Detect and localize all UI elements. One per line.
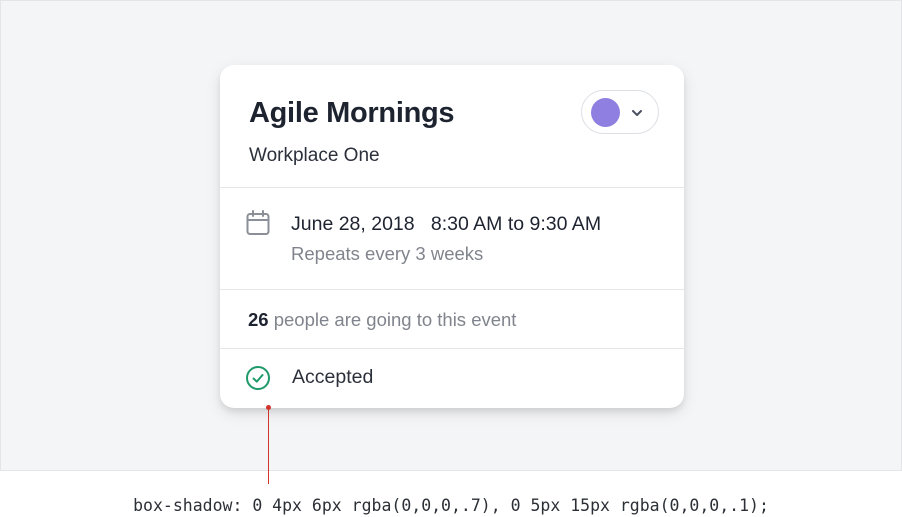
event-title: Agile Mornings: [249, 97, 455, 129]
event-time: 8:30 AM to 9:30 AM: [430, 213, 602, 235]
color-swatch: [591, 98, 620, 127]
annotation-pointer-line: [268, 408, 269, 484]
annotation-caption: box-shadow: 0 4px 6px rgba(0,0,0,.7), 0 …: [133, 496, 769, 515]
check-circle-icon: [246, 366, 270, 390]
divider: [220, 289, 684, 290]
divider: [220, 187, 684, 188]
color-picker-button[interactable]: [581, 90, 659, 134]
calendar-icon: [246, 210, 270, 235]
attendee-count: 26: [248, 309, 269, 330]
attendee-summary: 26 people are going to this event: [248, 309, 516, 331]
event-card: Agile Mornings Workplace One June 28, 20…: [220, 65, 684, 408]
event-date: June 28, 2018: [291, 213, 415, 235]
preview-stage: Agile Mornings Workplace One June 28, 20…: [0, 0, 902, 471]
event-repeat: Repeats every 3 weeks: [291, 243, 484, 264]
annotation-pointer-dot: [266, 405, 271, 410]
chevron-down-icon: [632, 110, 642, 116]
divider: [220, 348, 684, 349]
rsvp-status[interactable]: Accepted: [292, 366, 373, 389]
event-datetime: June 28, 2018 8:30 AM to 9:30 AM: [291, 213, 601, 236]
attendee-text: people are going to this event: [268, 309, 517, 330]
event-workplace: Workplace One: [249, 145, 380, 166]
